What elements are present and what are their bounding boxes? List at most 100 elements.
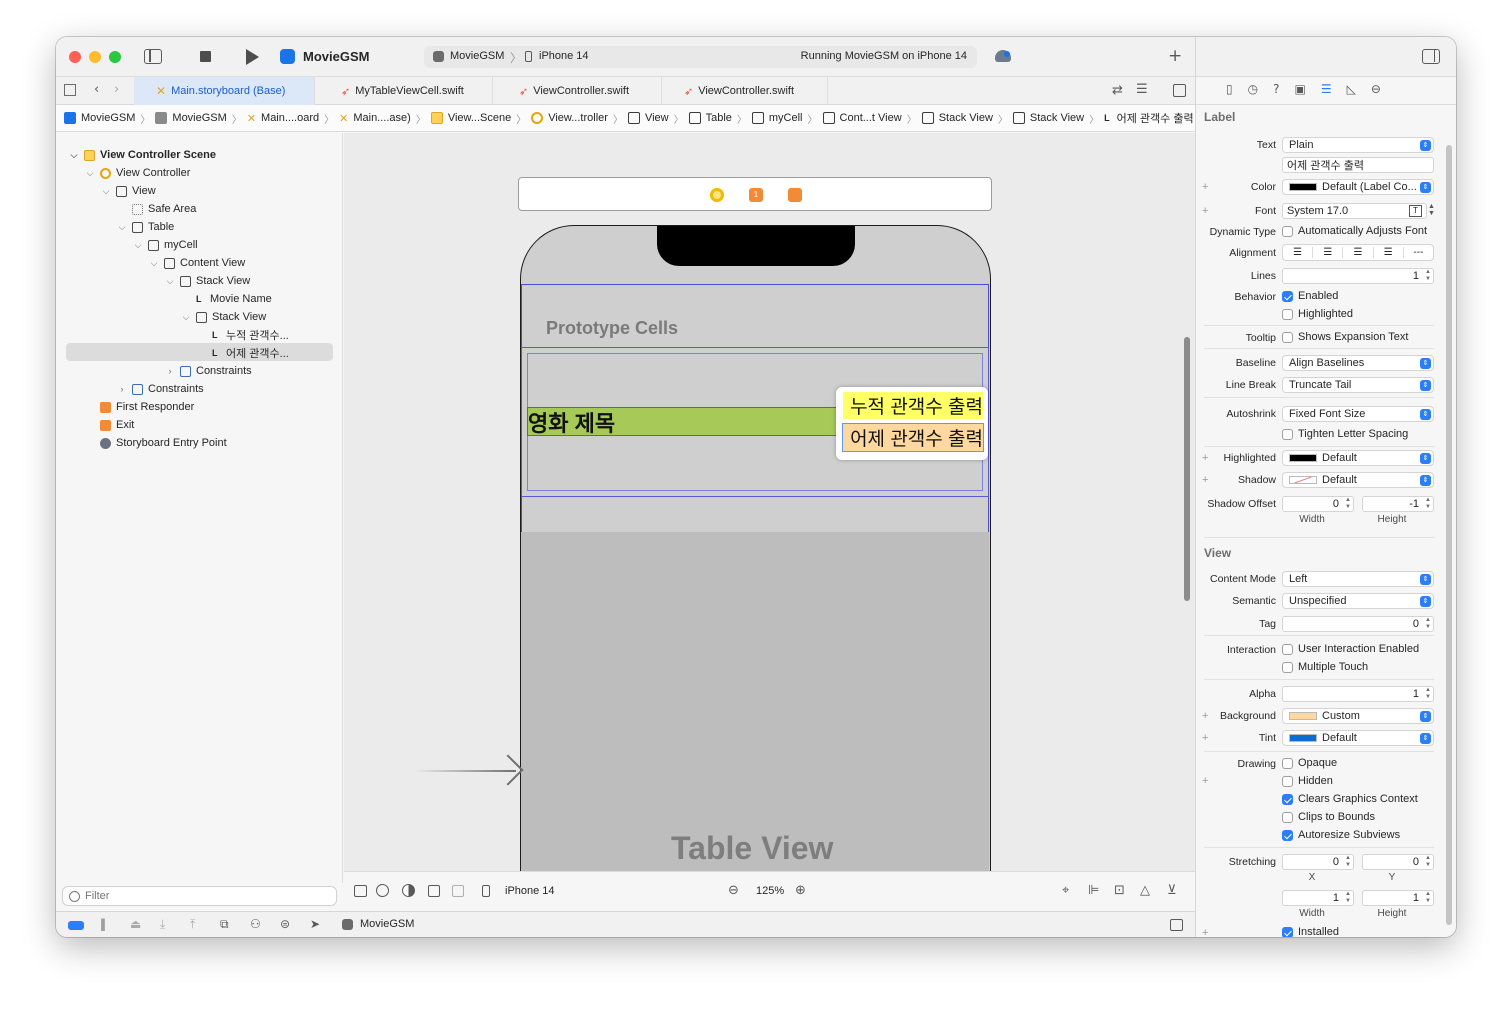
stepper[interactable]: ▲ ▼ [1423, 855, 1433, 869]
embed-in-icon[interactable]: ⊻ [1167, 884, 1177, 897]
tint-popup[interactable]: Default ⇕ [1282, 730, 1434, 746]
breadcrumb-item[interactable]: Stack View 〉 [1012, 111, 1104, 126]
location-icon[interactable]: ➤ [310, 918, 320, 930]
outline-stack-view-2[interactable]: ⌵ Stack View [180, 308, 267, 326]
add-icon[interactable]: + [1168, 48, 1182, 65]
breadcrumb-item[interactable]: Cont...t View 〉 [822, 111, 922, 126]
yesterday-audience-label[interactable]: 어제 관객수 출력 [842, 423, 984, 452]
autoshrink-popup[interactable]: Fixed Font Size ⇕ [1282, 406, 1434, 422]
minimize-window-button[interactable] [89, 51, 101, 63]
breadcrumb-item[interactable]: MovieGSM 〉 [155, 111, 246, 126]
history-inspector-icon[interactable]: ◷ [1248, 83, 1258, 95]
tag-field[interactable]: 0 ▲ ▼ [1282, 616, 1434, 632]
breadcrumb-item[interactable]: View...troller 〉 [531, 111, 628, 126]
exit-dock-icon[interactable] [788, 188, 802, 202]
outline-movie-name[interactable]: L Movie Name [196, 290, 272, 308]
outline-label-cumulative[interactable]: L 누적 관객수... [212, 326, 289, 344]
outline-first-responder[interactable]: First Responder [100, 398, 194, 416]
line-break-popup[interactable]: Truncate Tail ⇕ [1282, 377, 1434, 393]
outline-view[interactable]: ⌵ View [100, 182, 156, 200]
breadcrumb-item[interactable]: Table 〉 [688, 111, 752, 126]
font-size-stepper[interactable]: ▲ ▼ [1428, 203, 1435, 217]
opaque-checkbox[interactable]: Opaque [1282, 757, 1337, 769]
stepper[interactable]: ▲ ▼ [1423, 687, 1433, 701]
clips-to-bounds-checkbox[interactable]: Clips to Bounds [1282, 811, 1375, 823]
debug-area-toggle-icon[interactable] [1170, 919, 1183, 931]
outline-constraints-inner[interactable]: › Constraints [164, 362, 252, 380]
appearance-icon[interactable] [402, 884, 415, 897]
connections-inspector-icon[interactable]: ⊖ [1371, 83, 1381, 95]
clears-graphics-checkbox[interactable]: Clears Graphics Context [1282, 793, 1418, 805]
outline-toggle-icon[interactable] [354, 885, 367, 897]
environment-icon[interactable]: ⊜ [280, 918, 290, 930]
alpha-field[interactable]: 1 ▲ ▼ [1282, 686, 1434, 702]
outline-exit[interactable]: Exit [100, 416, 134, 434]
attributes-inspector-icon[interactable]: ☰ [1321, 83, 1332, 95]
help-inspector-icon[interactable]: ? [1273, 83, 1279, 95]
cloud-icon[interactable] [995, 50, 1011, 62]
outline-safe-area[interactable]: Safe Area [132, 200, 196, 218]
background-popup[interactable]: Custom ⇕ [1282, 708, 1434, 724]
text-value-field[interactable]: 어제 관객수 출력 [1282, 157, 1434, 173]
pause-icon[interactable]: ‖ [100, 918, 106, 930]
breadcrumb-item[interactable]: View 〉 [627, 111, 689, 126]
related-items-icon[interactable]: ⇄ [1112, 84, 1123, 97]
user-interaction-checkbox[interactable]: User Interaction Enabled [1282, 643, 1419, 655]
stop-icon[interactable] [200, 51, 211, 62]
outline-scene[interactable]: ⌵ View Controller Scene [68, 146, 216, 164]
device-config-button[interactable]: iPhone 14 [505, 885, 555, 897]
inspector-scrollbar[interactable] [1446, 145, 1452, 925]
identity-inspector-icon[interactable]: ▣ [1294, 83, 1305, 95]
resolve-issues-icon[interactable]: △ [1140, 884, 1150, 897]
align-center-icon[interactable]: ☰ [1313, 247, 1344, 258]
debug-target[interactable]: MovieGSM [360, 918, 414, 930]
installed-checkbox[interactable]: Installed [1282, 926, 1339, 937]
stepper[interactable]: ▲ ▼ [1343, 855, 1353, 869]
outline-content-view[interactable]: ⌵ Content View [148, 254, 246, 272]
memory-graph-icon[interactable]: ⚇ [250, 918, 261, 930]
zoom-window-button[interactable] [109, 51, 121, 63]
autoresize-checkbox[interactable]: Autoresize Subviews [1282, 829, 1400, 841]
adjusts-font-checkbox[interactable]: Automatically Adjusts Font [1282, 225, 1427, 237]
inspector-toggle-icon[interactable] [1422, 49, 1440, 64]
tab-main-storyboard[interactable]: ✕ Main.storyboard (Base) [134, 77, 315, 105]
align-justify-icon[interactable]: ☰ [1374, 247, 1404, 258]
color-popup[interactable]: Default (Label Co... ⇕ [1282, 179, 1434, 195]
stretch-x-field[interactable]: 0 ▲ ▼ [1282, 854, 1354, 870]
close-window-button[interactable] [69, 51, 81, 63]
shadow-popup[interactable]: Default ⇕ [1282, 472, 1434, 488]
stepper[interactable]: ▲ ▼ [1423, 617, 1433, 631]
semantic-popup[interactable]: Unspecified ⇕ [1282, 593, 1434, 609]
multiple-touch-checkbox[interactable]: Multiple Touch [1282, 661, 1368, 673]
tighten-spacing-checkbox[interactable]: Tighten Letter Spacing [1282, 428, 1408, 440]
outline-view-controller[interactable]: ⌵ View Controller [84, 164, 191, 182]
stepper[interactable]: ▲ ▼ [1343, 891, 1353, 905]
grid-icon[interactable] [64, 84, 76, 96]
stepper[interactable]: ▲ ▼ [1423, 891, 1433, 905]
highlighted-checkbox[interactable]: Highlighted [1282, 308, 1353, 320]
cumulative-audience-label[interactable]: 누적 관객수 출력 [843, 392, 983, 419]
outline-table[interactable]: ⌵ Table [116, 218, 175, 236]
stretch-y-field[interactable]: 0 ▲ ▼ [1362, 854, 1434, 870]
breadcrumb-item[interactable]: L 어제 관객수 출력 [1104, 110, 1193, 126]
device-selector[interactable]: iPhone 14 [539, 50, 589, 62]
font-picker-icon[interactable]: T [1409, 205, 1422, 217]
stretch-width-field[interactable]: 1 ▲ ▼ [1282, 890, 1354, 906]
zoom-in-icon[interactable]: ⊕ [795, 884, 806, 897]
update-frames-icon[interactable]: ⌖ [1062, 884, 1069, 897]
back-icon[interactable]: ‹ [94, 83, 99, 96]
align-natural-icon[interactable]: --- [1404, 247, 1433, 258]
breadcrumb-item[interactable]: myCell 〉 [751, 111, 823, 126]
baseline-popup[interactable]: Align Baselines ⇕ [1282, 355, 1434, 371]
editor-options-icon[interactable]: ☰ [1136, 83, 1148, 96]
breadcrumb-item[interactable]: ✕ Main....oard 〉 [247, 111, 339, 126]
tab-viewcontroller-1[interactable]: ➶ ViewController.swift [493, 77, 662, 105]
first-responder-dock-icon[interactable]: 1 [749, 188, 763, 202]
breadcrumb-item[interactable]: View...Scene 〉 [430, 111, 531, 126]
highlighted-color-popup[interactable]: Default ⇕ [1282, 450, 1434, 466]
navigator-toggle-icon[interactable] [144, 49, 162, 64]
view-controller-dock-icon[interactable] [710, 188, 724, 202]
filter-field[interactable] [62, 886, 337, 906]
vertical-scrollbar[interactable] [1184, 337, 1190, 601]
view-hierarchy-icon[interactable]: ⧉ [220, 918, 229, 930]
